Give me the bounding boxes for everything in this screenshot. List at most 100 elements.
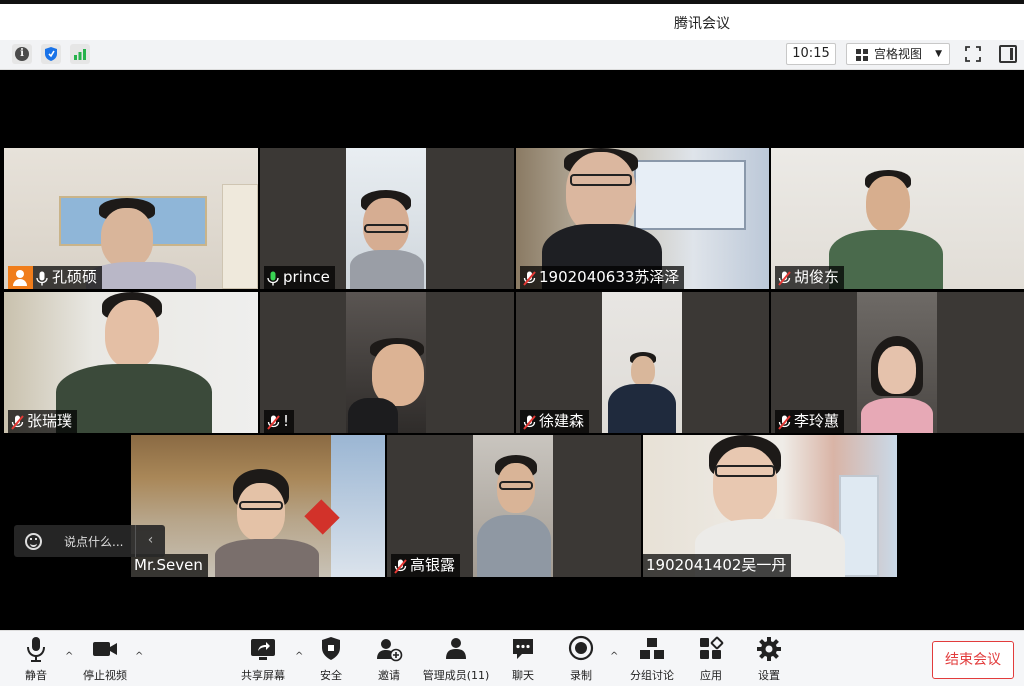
video-tile[interactable]: 李玲蕙 <box>771 292 1024 433</box>
signal-icon[interactable] <box>70 44 90 64</box>
participant-name-tag: 张瑞璞 <box>8 410 78 433</box>
participant-name: prince <box>283 268 330 286</box>
video-tile[interactable]: 1902040633苏泽泽 <box>516 148 769 289</box>
sidebar-toggle-icon[interactable] <box>999 45 1017 63</box>
participant-name: 高银露 <box>410 556 456 574</box>
participant-video <box>86 198 196 289</box>
video-grid: 孔硕硕 prince 1902040633苏泽泽 胡俊东 张瑞璞 ! 徐建森 李… <box>0 70 1024 630</box>
window-title: 腾讯会议 <box>674 16 730 32</box>
video-tile[interactable]: ! <box>260 292 514 433</box>
participant-name-tag: 1902040633苏泽泽 <box>520 266 685 289</box>
meeting-controls: 静音 ^ 停止视频 ^ 共享屏幕 ^ 安全 邀请 管理成员(11) 聊天 录制 … <box>0 630 1024 686</box>
participant-name-tag: Mr.Seven <box>131 554 208 577</box>
chevron-up-icon[interactable]: ^ <box>65 651 73 662</box>
participant-name: 孔硕硕 <box>52 268 98 286</box>
mic-muted-icon <box>394 558 407 574</box>
meeting-toolbar: i 10:15 宫格视图 ▼ <box>0 40 1024 70</box>
participant-name: 胡俊东 <box>794 268 840 286</box>
video-tile[interactable]: 1902041402吴一丹 <box>643 435 897 577</box>
participant-name-tag: 李玲蕙 <box>775 410 845 433</box>
chat-button[interactable]: 聊天 <box>508 635 538 683</box>
participant-name-tag: 孔硕硕 <box>33 266 103 289</box>
participant-video <box>829 170 943 289</box>
participant-video <box>861 336 933 433</box>
participant-name-tag: prince <box>264 266 335 289</box>
gear-icon <box>754 635 784 663</box>
meeting-timer: 10:15 <box>786 43 836 65</box>
participant-name: 1902040633苏泽泽 <box>539 268 680 286</box>
view-mode-label: 宫格视图 <box>874 47 923 61</box>
video-tile[interactable]: prince <box>260 148 514 289</box>
participant-name: 李玲蕙 <box>794 412 840 430</box>
invite-button[interactable]: 邀请 <box>374 635 404 683</box>
stop-video-button[interactable]: 停止视频 <box>80 635 130 683</box>
shield-icon[interactable] <box>41 44 61 64</box>
fullscreen-icon[interactable] <box>963 44 983 64</box>
participant-name-tag: ! <box>264 410 295 433</box>
camera-icon <box>80 635 130 663</box>
participant-name-tag: 1902041402吴一丹 <box>643 554 792 577</box>
participant-name: 1902041402吴一丹 <box>646 556 787 574</box>
quick-chat-box[interactable]: 说点什么... ‹ <box>14 525 165 557</box>
participant-video <box>348 338 426 433</box>
mute-button[interactable]: 静音 <box>18 635 54 683</box>
security-button[interactable]: 安全 <box>316 635 346 683</box>
apps-button[interactable]: 应用 <box>696 635 726 683</box>
video-tile[interactable]: 胡俊东 <box>771 148 1024 289</box>
window-light <box>331 435 385 577</box>
emoji-icon[interactable] <box>25 533 42 550</box>
breakout-rooms-button[interactable]: 分组讨论 <box>628 635 676 683</box>
apps-icon <box>696 635 726 663</box>
end-meeting-button[interactable]: 结束会议 <box>932 641 1014 679</box>
video-tile[interactable]: 徐建森 <box>516 292 769 433</box>
participant-name-tag: 胡俊东 <box>775 266 845 289</box>
video-tile[interactable]: 高银露 <box>387 435 641 577</box>
participant-name-tag: 徐建森 <box>520 410 590 433</box>
participant-video <box>477 455 551 577</box>
video-tile[interactable]: 张瑞璞 <box>4 292 258 433</box>
mic-on-icon <box>267 270 280 286</box>
record-button[interactable]: 录制 <box>566 635 596 683</box>
share-screen-button[interactable]: 共享屏幕 <box>238 635 288 683</box>
title-bar: 腾讯会议 <box>0 0 1024 40</box>
participant-name: ! <box>283 412 290 430</box>
mic-muted-icon <box>11 414 24 430</box>
window-light <box>839 475 879 577</box>
record-icon <box>566 635 596 663</box>
participant-video <box>215 469 319 577</box>
mic-muted-icon <box>778 270 791 286</box>
chat-input[interactable]: 说点什么... <box>64 533 123 550</box>
host-badge-icon <box>8 266 33 289</box>
mic-muted-icon <box>523 270 536 286</box>
add-user-icon <box>374 635 404 663</box>
video-tile[interactable]: 孔硕硕 <box>4 148 258 289</box>
chevron-up-icon[interactable]: ^ <box>610 651 618 662</box>
participant-name-tag: 高银露 <box>391 554 461 577</box>
participant-name: 张瑞璞 <box>27 412 73 430</box>
participant-name: 徐建森 <box>539 412 585 430</box>
participant-video <box>602 352 682 433</box>
microphone-icon <box>18 635 54 663</box>
breakout-icon <box>628 635 676 663</box>
chevron-up-icon[interactable]: ^ <box>295 651 303 662</box>
video-tile[interactable]: Mr.Seven <box>131 435 385 577</box>
manage-members-button[interactable]: 管理成员(11) <box>420 635 492 683</box>
chat-icon <box>508 635 538 663</box>
share-screen-icon <box>238 635 288 663</box>
participant-video <box>350 190 424 289</box>
settings-button[interactable]: 设置 <box>754 635 784 683</box>
mic-on-icon <box>36 270 49 286</box>
chevron-down-icon: ▼ <box>935 49 942 59</box>
chevron-up-icon[interactable]: ^ <box>135 651 143 662</box>
door <box>222 184 258 289</box>
shield-icon <box>316 635 346 663</box>
chevron-left-icon[interactable]: ‹ <box>135 525 165 557</box>
info-icon[interactable]: i <box>12 44 32 64</box>
participant-name: Mr.Seven <box>134 556 203 574</box>
participant-video <box>56 292 212 433</box>
view-mode-select[interactable]: 宫格视图 ▼ <box>846 43 950 65</box>
mic-muted-icon <box>523 414 536 430</box>
grid-view-icon <box>856 49 868 61</box>
members-icon <box>420 635 492 663</box>
mic-muted-icon <box>778 414 791 430</box>
